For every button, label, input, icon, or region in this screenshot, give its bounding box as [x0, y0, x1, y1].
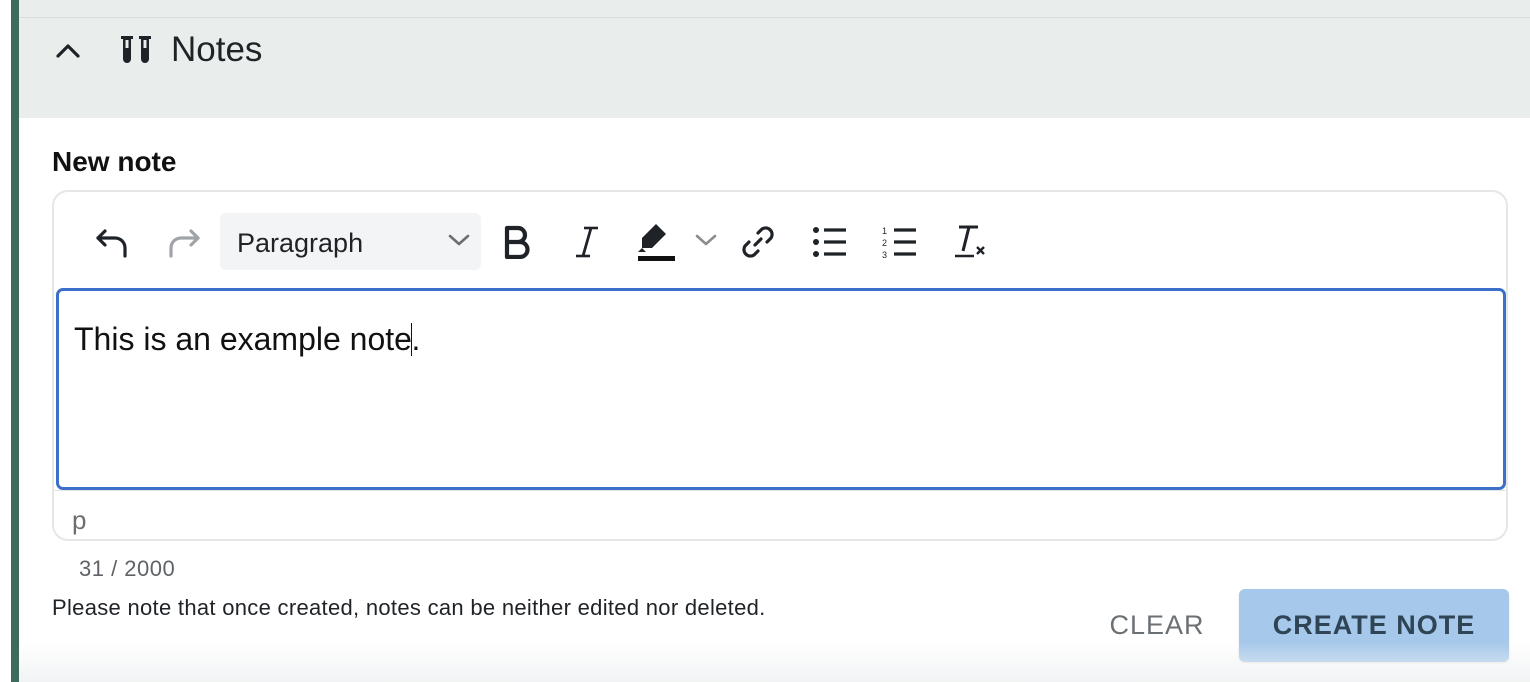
previous-section-edge — [19, 0, 1530, 18]
page-margin — [0, 0, 11, 682]
editor-toolbar: Paragraph 1 2 3 — [54, 192, 1506, 288]
new-note-label: New note — [52, 146, 177, 177]
section-accent-bar — [11, 0, 19, 682]
create-note-button[interactable]: CREATE NOTE — [1239, 589, 1509, 662]
bold-icon — [504, 225, 530, 259]
collapse-button[interactable] — [46, 34, 90, 68]
link-button[interactable] — [734, 216, 782, 268]
block-format-select[interactable]: Paragraph — [220, 213, 481, 270]
chevron-down-icon — [448, 234, 470, 246]
svg-text:1: 1 — [882, 226, 887, 236]
note-content-area[interactable]: This is an example note. — [56, 288, 1506, 490]
svg-text:3: 3 — [882, 250, 887, 259]
redo-button[interactable] — [160, 216, 208, 268]
link-icon — [742, 226, 774, 258]
svg-text:2: 2 — [882, 238, 887, 248]
block-format-value: Paragraph — [237, 228, 364, 258]
redo-icon — [169, 229, 200, 258]
chevron-up-icon — [56, 44, 80, 58]
section-title: Notes — [171, 30, 263, 69]
highlighter-icon — [638, 224, 717, 261]
clear-button[interactable]: CLEAR — [1092, 593, 1222, 657]
numbered-list-icon: 1 2 3 — [882, 226, 916, 259]
bullet-list-icon — [813, 227, 846, 257]
highlight-button[interactable] — [632, 216, 722, 268]
disclaimer-text: Please note that once created, notes can… — [52, 595, 766, 620]
note-text-tail: . — [411, 321, 421, 357]
undo-icon — [96, 229, 127, 258]
undo-button[interactable] — [88, 216, 136, 268]
rich-text-editor: Paragraph 1 2 3 This is an example note.… — [52, 190, 1508, 541]
italic-icon — [576, 226, 598, 258]
clear-formatting-icon — [955, 225, 985, 258]
bullet-list-button[interactable] — [806, 216, 854, 268]
note-text: This is an example note. — [74, 321, 420, 358]
notes-section-header[interactable]: Notes — [19, 18, 1530, 118]
clear-formatting-button[interactable] — [946, 216, 994, 268]
test-tubes-icon — [117, 34, 157, 68]
editor-status-bar: p — [54, 490, 1506, 540]
bold-button[interactable] — [494, 216, 540, 268]
note-text-body: This is an example note — [74, 321, 412, 357]
element-path: p — [72, 505, 87, 535]
character-counter: 31 / 2000 — [79, 556, 176, 581]
italic-button[interactable] — [564, 216, 610, 268]
numbered-list-button[interactable]: 1 2 3 — [876, 216, 924, 268]
